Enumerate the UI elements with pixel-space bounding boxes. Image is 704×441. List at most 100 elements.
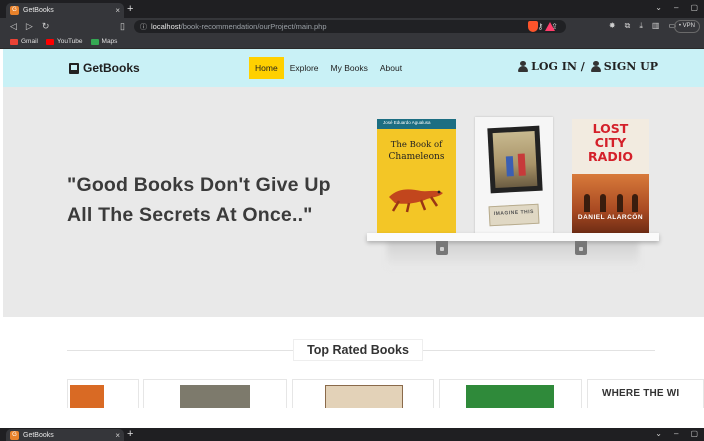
lizard-illustration: [389, 189, 443, 213]
shelf-bracket: [575, 241, 587, 255]
framed-photo: [487, 125, 543, 194]
bookmark-label: Gmail: [21, 38, 38, 45]
book-author: José Eduardo Agualusa: [383, 120, 431, 125]
forward-icon[interactable]: ▷: [26, 21, 33, 32]
book-cover-lost-city-radio[interactable]: LOST CITY RADIO DANIEL ALARCÓN: [572, 119, 649, 234]
site-info-icon[interactable]: ⓘ: [140, 22, 147, 32]
menu-item-home[interactable]: Home: [249, 57, 284, 79]
browser-tab[interactable]: G GetBooks ×: [6, 429, 124, 441]
book-title-line: RADIO: [588, 149, 633, 164]
bookmark-maps[interactable]: Maps: [90, 38, 118, 45]
tab-title: GetBooks: [23, 7, 54, 14]
book-thumbnail: [325, 385, 403, 408]
back-icon[interactable]: ◁: [10, 21, 17, 32]
book-author: DANIEL ALARCÓN: [577, 214, 644, 221]
menu-item-explore[interactable]: Explore: [284, 57, 325, 79]
tab-title: GetBooks: [23, 431, 54, 439]
url-bar[interactable]: ⓘ localhost /book-recommendation/ourProj…: [134, 20, 566, 33]
new-tab-button[interactable]: +: [127, 3, 133, 15]
url-host: localhost: [151, 22, 181, 31]
running-scene: [572, 174, 649, 234]
window-gap: [0, 408, 704, 428]
logo-text: GetBooks: [83, 61, 140, 75]
main-menu: Home Explore My Books About: [249, 57, 408, 79]
youtube-icon: [45, 38, 54, 45]
auth-links: LOG IN / SIGN UP: [518, 60, 658, 73]
brave-shield-icon[interactable]: [528, 21, 538, 32]
book-thumbnail: [466, 385, 554, 408]
minimize-icon[interactable]: –: [674, 3, 678, 12]
shelf-bracket: [436, 241, 448, 255]
toolbar-icons: ✸ ⧉ ⤓ ▥ ▭: [609, 21, 676, 31]
book-card[interactable]: [67, 379, 139, 408]
book-thumbnail: [180, 385, 250, 408]
download-icon[interactable]: ⤓: [639, 21, 643, 31]
browser-tab[interactable]: G GetBooks ×: [6, 3, 124, 18]
divider: [67, 350, 293, 351]
book-thumbnail: [70, 385, 104, 408]
maximize-icon[interactable]: ▢: [690, 3, 698, 12]
book-title-line: Chameleons: [388, 152, 445, 162]
shelf-shadow: [387, 241, 639, 267]
browser-tab-bar: G GetBooks × + ⌄ – ▢: [0, 0, 704, 18]
close-icon[interactable]: ×: [115, 6, 120, 15]
window-controls: ⌄ – ▢: [655, 3, 698, 12]
book-title-line: CITY: [594, 135, 627, 150]
title-plate: IMAGINE THIS: [488, 203, 540, 227]
book-title-line: LOST: [592, 121, 629, 136]
user-icon: [518, 61, 529, 72]
site-navbar: GetBooks Home Explore My Books About LOG…: [3, 49, 704, 87]
extensions-icon[interactable]: ✸: [609, 21, 616, 31]
book-cover-imagine-this[interactable]: IMAGINE THIS: [475, 117, 553, 234]
url-path: /book-recommendation/ourProject/main.php: [180, 22, 327, 31]
book-title: IMAGINE THIS: [493, 208, 535, 218]
tab-groups-icon[interactable]: ⧉: [625, 21, 631, 31]
vpn-button[interactable]: • VPN: [673, 20, 700, 33]
top-rated-section: Top Rated Books WHERE THE WI: [3, 317, 704, 408]
address-toolbar: ◁ ▷ ↻ ▯ ⓘ localhost /book-recommendation…: [0, 18, 704, 35]
hero-quote-line-2: All The Secrets At Once..": [67, 204, 313, 226]
book-icon: [69, 62, 79, 74]
sidebar-icon[interactable]: ▥: [652, 21, 660, 31]
bookmark-youtube[interactable]: YouTube: [45, 38, 83, 45]
bookmark-label: YouTube: [56, 38, 83, 45]
book-cover-book-of-chameleons[interactable]: José Eduardo Agualusa The Book of Chamel…: [377, 119, 456, 234]
book-title-line: The Book of: [390, 140, 443, 150]
tab-search-icon[interactable]: ⌄: [655, 429, 662, 438]
reload-icon[interactable]: ↻: [42, 21, 50, 32]
login-link[interactable]: LOG IN /: [518, 60, 585, 73]
window-controls: ⌄ – ▢: [655, 429, 698, 438]
book-card[interactable]: [143, 379, 287, 408]
login-label: LOG IN /: [531, 60, 585, 73]
bookmark-gmail[interactable]: Gmail: [10, 38, 38, 45]
favicon-icon: G: [10, 6, 19, 15]
close-icon[interactable]: ×: [115, 431, 120, 440]
book-card[interactable]: [292, 379, 434, 408]
maps-icon: [90, 38, 99, 45]
rewards-icon[interactable]: [545, 22, 555, 31]
gmail-icon: [10, 38, 18, 45]
book-card[interactable]: [439, 379, 582, 408]
new-tab-button[interactable]: +: [127, 428, 133, 440]
second-window-tab-bar: G GetBooks × + ⌄ – ▢: [0, 428, 704, 441]
favicon-icon: G: [10, 430, 19, 440]
bookmarks-bar: Gmail YouTube Maps: [0, 35, 704, 49]
menu-item-about[interactable]: About: [374, 57, 408, 79]
hero-section: "Good Books Don't Give Up All The Secret…: [3, 87, 704, 317]
bookshelf: [367, 233, 659, 241]
signup-label: SIGN UP: [603, 60, 658, 73]
section-title: Top Rated Books: [293, 339, 423, 361]
menu-item-my-books[interactable]: My Books: [325, 57, 374, 79]
bookmark-page-icon[interactable]: ▯: [120, 21, 125, 32]
nav-buttons: ◁ ▷ ↻: [10, 21, 49, 32]
signup-link[interactable]: SIGN UP: [590, 60, 658, 73]
bookmark-label: Maps: [101, 38, 118, 45]
tab-search-icon[interactable]: ⌄: [655, 3, 662, 12]
minimize-icon[interactable]: –: [674, 429, 678, 438]
divider: [423, 350, 655, 351]
site-logo[interactable]: GetBooks: [69, 61, 140, 75]
maximize-icon[interactable]: ▢: [690, 429, 698, 438]
key-icon[interactable]: ⚷: [537, 22, 543, 31]
book-thumbnail-title: WHERE THE WI: [602, 388, 680, 399]
book-card[interactable]: WHERE THE WI: [587, 379, 704, 408]
